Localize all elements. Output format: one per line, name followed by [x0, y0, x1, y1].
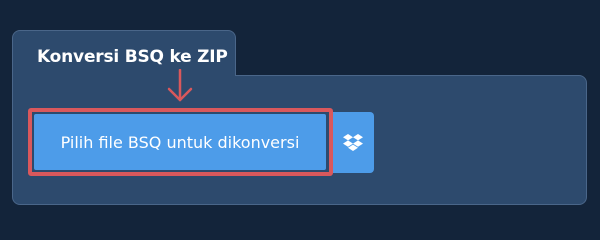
dropbox-icon — [343, 133, 363, 151]
converter-widget: Konversi BSQ ke ZIP Pilih file BSQ untuk… — [0, 0, 600, 230]
arrow-down-icon — [167, 69, 193, 102]
dropbox-button[interactable] — [332, 112, 374, 173]
tab-panel-joint — [13, 70, 235, 80]
choose-file-button[interactable]: Pilih file BSQ untuk dikonversi — [34, 114, 326, 170]
tab-title: Konversi BSQ ke ZIP — [37, 47, 228, 67]
